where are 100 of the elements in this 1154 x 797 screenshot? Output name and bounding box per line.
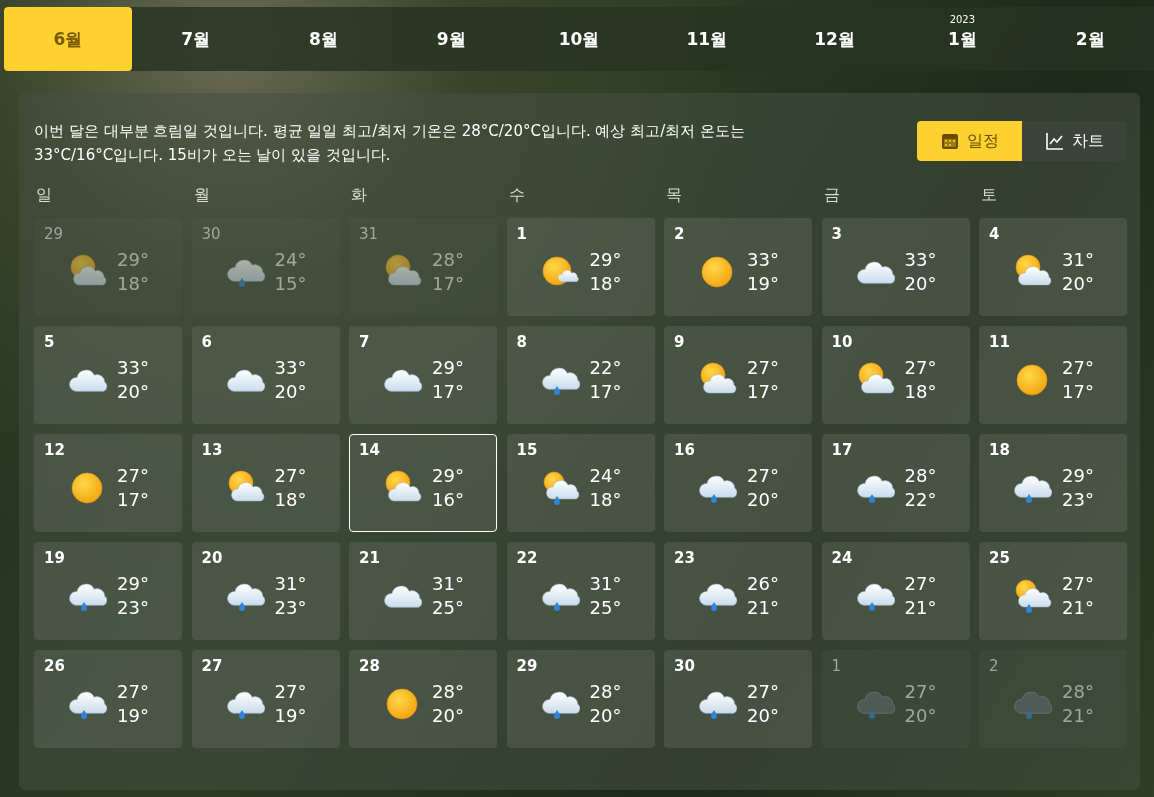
low-temperature: 19° — [747, 272, 779, 296]
day-cell[interactable]: 2 28° 21° — [979, 650, 1127, 748]
date-label: 13 — [201, 441, 223, 459]
day-cell[interactable]: 19 29° 23° — [34, 542, 182, 640]
low-temperature: 21° — [747, 596, 779, 620]
low-temperature: 17° — [432, 380, 464, 404]
month-tab[interactable]: 7월 — [131, 7, 260, 71]
high-temperature: 27° — [747, 464, 779, 488]
low-temperature: 23° — [274, 596, 307, 620]
low-temperature: 20° — [747, 704, 779, 728]
low-temperature: 18° — [904, 380, 937, 404]
date-label: 2 — [674, 225, 685, 243]
date-label: 10 — [831, 333, 853, 351]
day-cell[interactable]: 17 28° 22° — [821, 434, 970, 532]
high-temperature: 29° — [589, 248, 622, 272]
low-temperature: 20° — [747, 488, 779, 512]
high-temperature: 27° — [1062, 572, 1094, 596]
low-temperature: 25° — [589, 596, 622, 620]
date-label: 25 — [989, 549, 1010, 567]
day-cell[interactable]: 8 22° 17° — [506, 326, 655, 424]
day-cell[interactable]: 16 27° 20° — [664, 434, 812, 532]
low-temperature: 17° — [747, 380, 779, 404]
low-temperature: 23° — [1062, 488, 1094, 512]
date-label: 8 — [516, 333, 527, 351]
day-cell[interactable]: 11 27° 17° — [979, 326, 1127, 424]
low-temperature: 16° — [432, 488, 464, 512]
date-label: 23 — [674, 549, 695, 567]
date-label: 3 — [831, 225, 842, 243]
date-label: 6 — [201, 333, 212, 351]
day-cell[interactable]: 7 29° 17° — [349, 326, 497, 424]
date-label: 24 — [831, 549, 853, 567]
day-cell[interactable]: 6 33° 20° — [191, 326, 340, 424]
day-cell[interactable]: 25 27° 21° — [979, 542, 1127, 640]
high-temperature: 29° — [432, 464, 464, 488]
date-label: 31 — [359, 225, 379, 243]
date-label: 16 — [674, 441, 695, 459]
low-temperature: 18° — [117, 272, 149, 296]
month-tab[interactable]: 9월 — [387, 7, 516, 71]
view-toggle-button[interactable]: 일정 — [917, 121, 1022, 161]
month-tab[interactable]: 8월 — [259, 7, 388, 71]
weekday-label: 토 — [980, 185, 998, 206]
day-cell[interactable]: 24 27° 21° — [821, 542, 970, 640]
high-temperature: 27° — [747, 356, 779, 380]
day-cell[interactable]: 29 29° 18° — [34, 218, 182, 316]
high-temperature: 33° — [747, 248, 779, 272]
day-cell[interactable]: 12 27° 17° — [34, 434, 182, 532]
date-label: 29 — [516, 657, 538, 675]
day-cell[interactable]: 29 28° 20° — [506, 650, 655, 748]
date-label: 30 — [674, 657, 695, 675]
day-cell[interactable]: 5 33° 20° — [34, 326, 182, 424]
day-cell[interactable]: 9 27° 17° — [664, 326, 812, 424]
month-tab[interactable]: 2월 — [1026, 7, 1154, 71]
date-label: 2 — [989, 657, 999, 675]
month-tab[interactable]: 11월 — [642, 7, 771, 71]
day-cell[interactable]: 15 24° 18° — [506, 434, 655, 532]
day-cell[interactable]: 18 29° 23° — [979, 434, 1127, 532]
day-cell[interactable]: 31 28° 17° — [349, 218, 497, 316]
high-temperature: 29° — [117, 572, 149, 596]
date-label: 18 — [989, 441, 1010, 459]
day-cell[interactable]: 13 27° 18° — [191, 434, 340, 532]
day-cell[interactable]: 4 31° 20° — [979, 218, 1127, 316]
low-temperature: 20° — [274, 380, 307, 404]
day-cell[interactable]: 1 29° 18° — [506, 218, 655, 316]
month-tab[interactable]: 12월 — [770, 7, 899, 71]
day-cell[interactable]: 30 27° 20° — [664, 650, 812, 748]
low-temperature: 19° — [274, 704, 307, 728]
month-tab[interactable]: 2023 1월 — [898, 7, 1027, 71]
low-temperature: 19° — [117, 704, 149, 728]
day-cell[interactable]: 21 31° 25° — [349, 542, 497, 640]
day-cell[interactable]: 27 27° 19° — [191, 650, 340, 748]
weekday-label: 화 — [350, 185, 368, 206]
day-cell[interactable]: 20 31° 23° — [191, 542, 340, 640]
day-cell[interactable]: 22 31° 25° — [506, 542, 655, 640]
day-cell[interactable]: 1 27° 20° — [821, 650, 970, 748]
view-toggle-button[interactable]: 차트 — [1022, 121, 1127, 161]
day-cell[interactable]: 28 28° 20° — [349, 650, 497, 748]
high-temperature: 24° — [589, 464, 622, 488]
high-temperature: 29° — [432, 356, 464, 380]
day-cell[interactable]: 10 27° 18° — [821, 326, 970, 424]
calendar-icon — [940, 132, 959, 150]
high-temperature: 33° — [904, 248, 937, 272]
date-label: 17 — [831, 441, 853, 459]
date-label: 15 — [516, 441, 538, 459]
date-label: 28 — [359, 657, 380, 675]
date-label: 29 — [44, 225, 64, 243]
high-temperature: 27° — [274, 464, 307, 488]
day-cell[interactable]: 23 26° 21° — [664, 542, 812, 640]
high-temperature: 24° — [274, 248, 307, 272]
day-cell[interactable]: 26 27° 19° — [34, 650, 182, 748]
month-tab[interactable]: 10월 — [515, 7, 643, 71]
month-tab[interactable]: 6월 — [4, 7, 132, 71]
day-cell[interactable]: 3 33° 20° — [821, 218, 970, 316]
weekday-label: 수 — [507, 185, 526, 206]
day-cell[interactable]: 14 29° 16° — [349, 434, 497, 532]
low-temperature: 18° — [589, 488, 622, 512]
high-temperature: 26° — [747, 572, 779, 596]
day-cell[interactable]: 2 33° 19° — [664, 218, 812, 316]
day-cell[interactable]: 30 24° 15° — [191, 218, 340, 316]
high-temperature: 27° — [904, 356, 937, 380]
high-temperature: 31° — [589, 572, 622, 596]
